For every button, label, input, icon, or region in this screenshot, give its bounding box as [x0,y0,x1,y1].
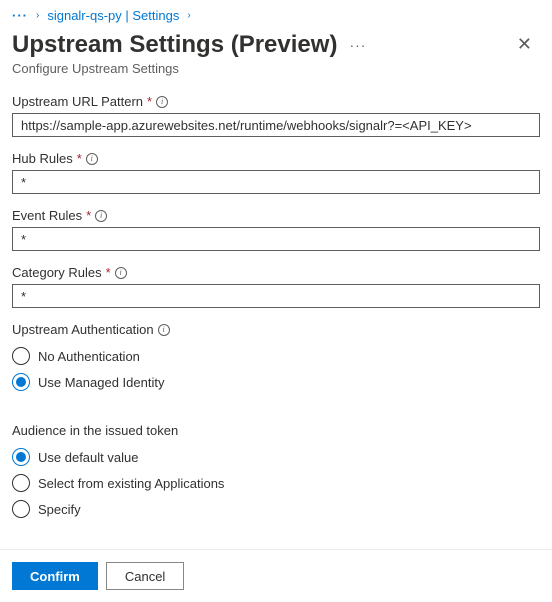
required-indicator: * [147,94,152,109]
required-indicator: * [86,208,91,223]
cancel-button[interactable]: Cancel [106,562,184,590]
radio-label: Select from existing Applications [38,476,224,491]
field-label: Hub Rules [12,151,73,166]
form: Upstream URL Pattern * i Hub Rules * i E… [0,94,552,522]
upstream-url-input[interactable] [12,113,540,137]
info-icon[interactable]: i [86,153,98,165]
panel-header: Upstream Settings (Preview) ··· ✕ [0,27,552,59]
field-category-rules: Category Rules * i [12,265,540,308]
info-icon[interactable]: i [156,96,168,108]
page-title: Upstream Settings (Preview) [12,31,337,59]
field-upstream-authentication: Upstream Authentication i No Authenticat… [12,322,540,395]
info-icon[interactable]: i [115,267,127,279]
radio-no-authentication[interactable]: No Authentication [12,343,540,369]
radio-label: No Authentication [38,349,140,364]
chevron-right-icon: › [187,10,190,21]
field-label: Event Rules [12,208,82,223]
radio-label: Specify [38,502,81,517]
radio-use-default-value[interactable]: Use default value [12,444,540,470]
field-label: Category Rules [12,265,102,280]
footer: Confirm Cancel [0,549,552,602]
audience-radio-group: Use default value Select from existing A… [12,444,540,522]
info-icon[interactable]: i [95,210,107,222]
radio-icon [12,500,30,518]
radio-label: Use Managed Identity [38,375,164,390]
field-upstream-url-pattern: Upstream URL Pattern * i [12,94,540,137]
field-label: Upstream URL Pattern [12,94,143,109]
confirm-button[interactable]: Confirm [12,562,98,590]
close-icon[interactable]: ✕ [509,31,540,57]
more-actions-icon[interactable]: ··· [349,37,366,53]
chevron-right-icon: › [36,10,39,21]
info-icon[interactable]: i [158,324,170,336]
breadcrumb-ellipsis[interactable]: ··· [12,8,28,23]
radio-select-existing-applications[interactable]: Select from existing Applications [12,470,540,496]
radio-icon [12,448,30,466]
page-subtitle: Configure Upstream Settings [0,59,552,94]
auth-radio-group: No Authentication Use Managed Identity [12,343,540,395]
radio-specify[interactable]: Specify [12,496,540,522]
field-hub-rules: Hub Rules * i [12,151,540,194]
breadcrumb: ··· › signalr-qs-py | Settings › [0,0,552,27]
radio-icon [12,347,30,365]
category-rules-input[interactable] [12,284,540,308]
field-event-rules: Event Rules * i [12,208,540,251]
hub-rules-input[interactable] [12,170,540,194]
radio-label: Use default value [38,450,138,465]
radio-icon [12,373,30,391]
breadcrumb-link-settings[interactable]: signalr-qs-py | Settings [47,8,179,23]
field-label: Upstream Authentication [12,322,154,337]
field-audience: Audience in the issued token Use default… [12,423,540,522]
radio-icon [12,474,30,492]
event-rules-input[interactable] [12,227,540,251]
required-indicator: * [77,151,82,166]
field-label: Audience in the issued token [12,423,178,438]
required-indicator: * [106,265,111,280]
radio-use-managed-identity[interactable]: Use Managed Identity [12,369,540,395]
